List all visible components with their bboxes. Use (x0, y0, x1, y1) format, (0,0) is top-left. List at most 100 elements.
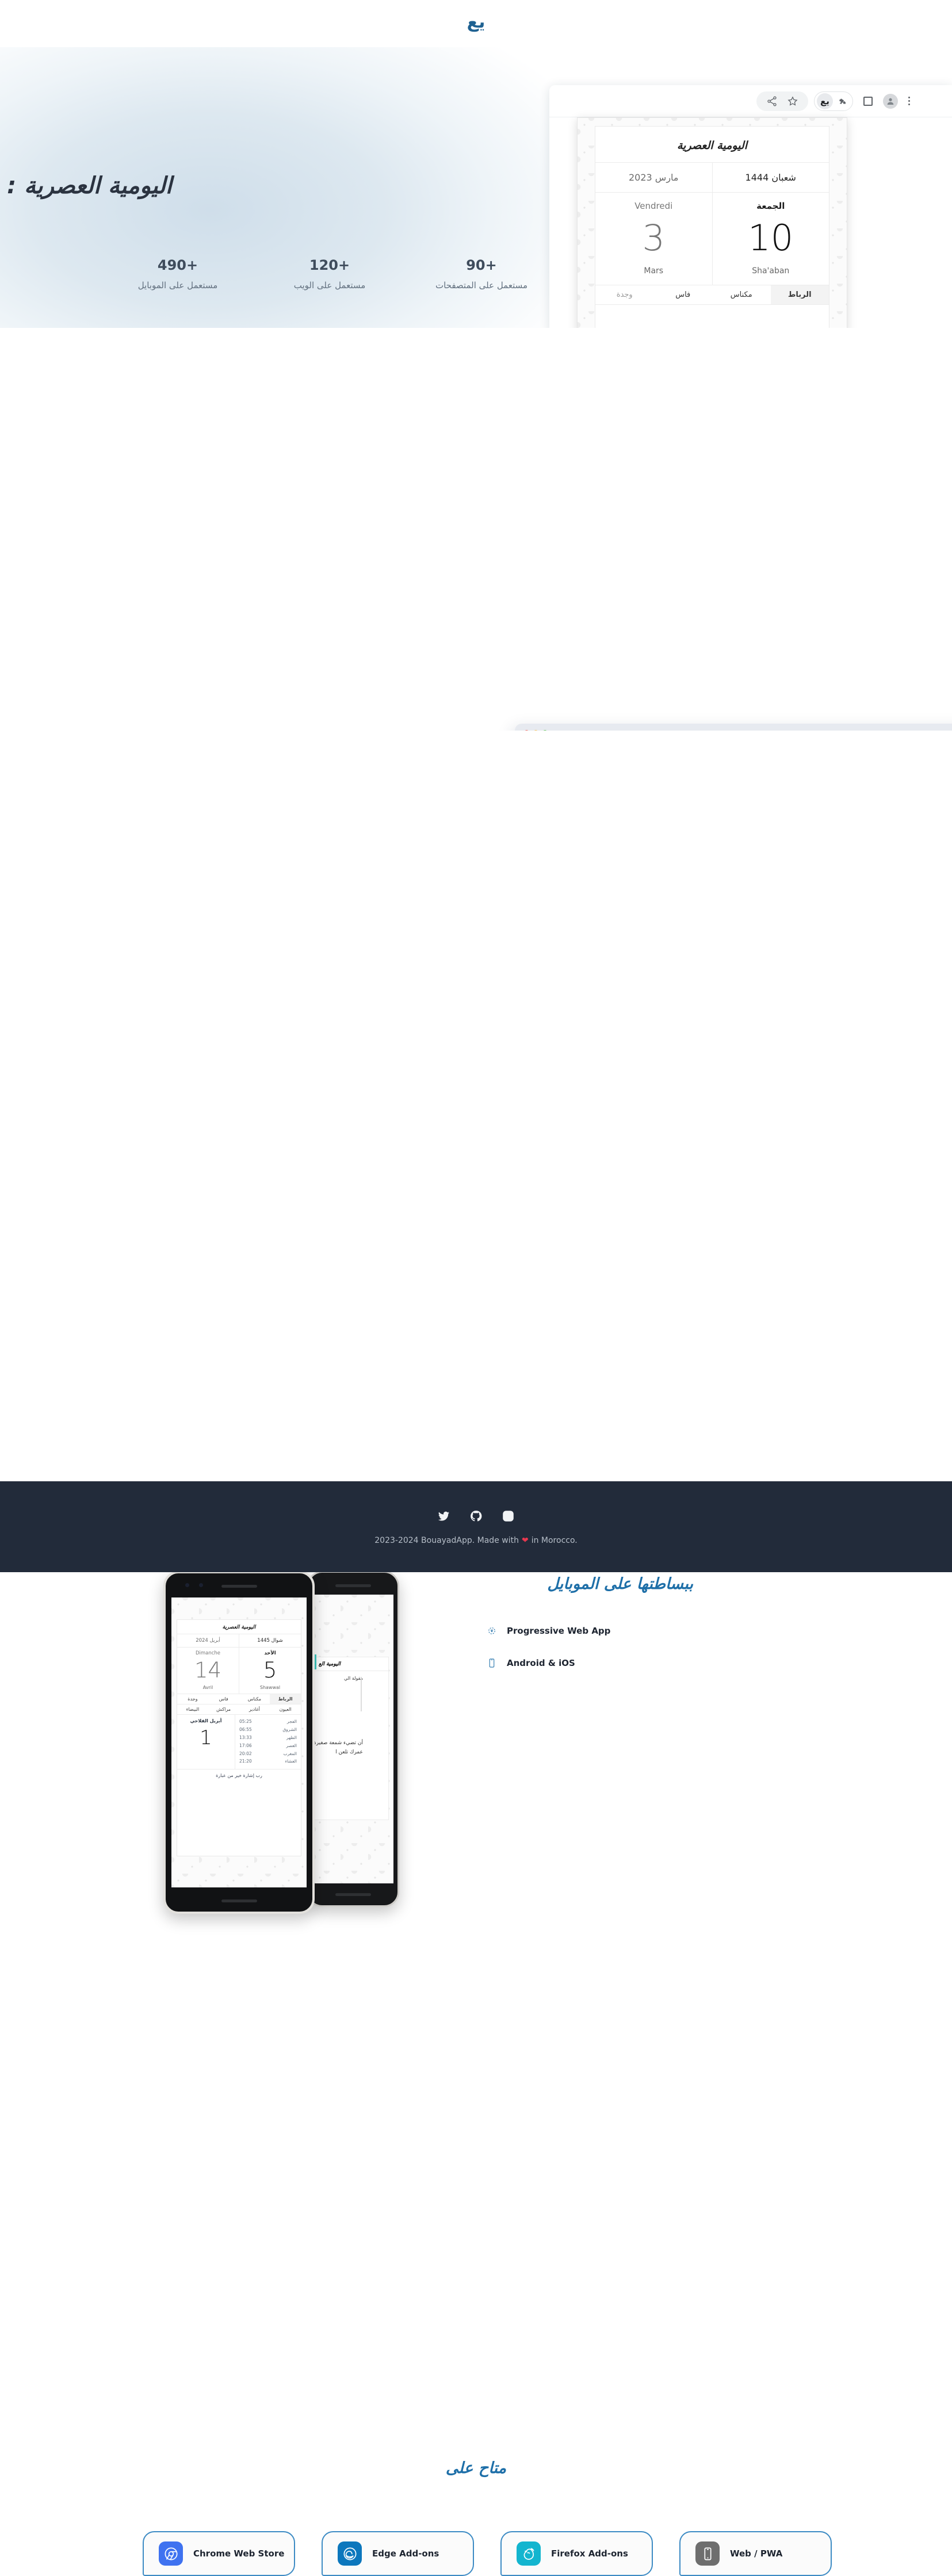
mobile-icon (486, 1657, 498, 1669)
phone-screen-front: اليومية العصرية شوال 1445 أبريل 2024 الأ… (171, 1597, 307, 1887)
web-pwa-button[interactable]: Web / PWA (679, 2531, 832, 2576)
city-tab-rabat[interactable]: الرباط (770, 285, 829, 304)
available-section-title: متاح على (445, 2459, 507, 2477)
site-logo[interactable]: يع (467, 14, 487, 31)
top-bar: يع (0, 0, 952, 47)
store-label: Edge Add-ons (372, 2548, 439, 2559)
prayer-name: المغرب (283, 1751, 297, 1756)
gregorian-weekday: Dimanche (195, 1650, 221, 1656)
hero-stats: 490+ مستعمل على الموبايل 120+ مستعمل على… (129, 257, 530, 291)
firefox-addons-button[interactable]: Firefox Add-ons (500, 2531, 653, 2576)
stat-value: 120+ (309, 257, 350, 273)
copyright-text: 2023-2024 BouayadApp. Made with ❤ in Mor… (374, 1536, 577, 1545)
prayer-name: الفجر (286, 1719, 297, 1724)
gregorian-day-number: 14 (194, 1658, 222, 1683)
hijri-weekday: الجمعة (756, 201, 785, 211)
city-tab-marrakech[interactable]: مراكش (208, 1704, 239, 1714)
gregorian-day-number: 3 (642, 217, 665, 259)
prayer-time: 13:33 (239, 1734, 252, 1740)
prayer-name: الشروق (282, 1726, 297, 1732)
mobile-section-title: ببساطتها على الموبايل (547, 1575, 693, 1593)
phone-speaker (221, 1585, 257, 1588)
city-tab-oujda[interactable]: وجدة (177, 1694, 208, 1704)
phone-mockup-front: اليومية العصرية شوال 1445 أبريل 2024 الأ… (163, 1571, 315, 1914)
star-icon[interactable] (786, 95, 799, 108)
extension-badge-icon[interactable]: يع (817, 93, 833, 109)
stat-value: 90+ (466, 257, 497, 273)
heart-icon: ❤ (521, 1536, 529, 1545)
social-links (437, 1508, 516, 1523)
phone-speaker (335, 1584, 371, 1587)
phone-mockup-back: اليومية الع مقولة الي أن تضيء شمعة صغيرة… (307, 1571, 399, 1907)
site-footer: 2023-2024 BouayadApp. Made with ❤ in Mor… (0, 1481, 952, 1572)
agri-month-label: أبريل الفلاحي (190, 1718, 222, 1723)
feature-pwa: Progressive Web App (486, 1625, 716, 1637)
phone-home-indicator (221, 1899, 257, 1902)
gregorian-month: أبريل 2024 (177, 1634, 239, 1647)
store-label: Firefox Add-ons (551, 2548, 628, 2559)
quote-divider (361, 1677, 362, 1711)
twitter-icon[interactable] (437, 1508, 452, 1523)
puzzle-icon[interactable] (834, 93, 850, 109)
hijri-month-name: Shawwal (259, 1685, 281, 1690)
stat-label: مستعمل على المتصفحات (435, 280, 528, 291)
browser-toolbar: يع (549, 85, 952, 117)
prayer-time: 20:02 (239, 1751, 252, 1756)
hijri-day-number: 10 (748, 217, 794, 259)
chrome-icon (159, 2541, 183, 2566)
phone-home-indicator (335, 1893, 371, 1896)
share-icon[interactable] (766, 95, 778, 108)
account-icon[interactable] (883, 93, 898, 109)
browser-extension-mockup: يع اليومية العصرية شعبان 1444 مارس 2023 … (549, 85, 952, 328)
quote-line-2: عمرك تلعن ا (335, 1749, 363, 1756)
side-panel-icon[interactable] (863, 96, 873, 106)
github-icon[interactable] (469, 1508, 484, 1523)
daily-quote: رب إشارة خير من عبارة (216, 1773, 262, 1779)
firefox-icon (517, 2541, 541, 2566)
card-subtitle: مقولة الي (343, 1676, 363, 1681)
prayer-time: 17:06 (239, 1742, 252, 1748)
card-title: اليومية العصرية (595, 127, 829, 163)
card-title: اليومية الع (313, 1657, 388, 1671)
mobile-daily-card: اليومية العصرية شوال 1445 أبريل 2024 الأ… (177, 1619, 301, 1856)
phone-mockups: اليومية الع مقولة الي أن تضيء شمعة صغيرة… (156, 1568, 415, 1924)
stat-label: مستعمل على الموبايل (137, 280, 218, 291)
stat-label: مستعمل على الويب (293, 280, 366, 291)
city-tab-meknes[interactable]: مكناس (239, 1694, 270, 1704)
gregorian-weekday: Vendredi (634, 201, 673, 211)
extension-popup: اليومية العصرية شعبان 1444 مارس 2023 الج… (577, 117, 847, 328)
web-section: الجديدة كليا على الويب عرض اقتباسات يومي… (0, 328, 952, 1017)
hijri-month: شوال 1445 (257, 1638, 283, 1644)
feature-label: Progressive Web App (507, 1626, 611, 1636)
prayer-time: 05:25 (239, 1719, 252, 1724)
kebab-menu-icon[interactable] (908, 97, 910, 105)
stat-item: 120+ مستعمل على الويب (281, 257, 378, 291)
city-tab-agadir[interactable]: أغادير (239, 1704, 270, 1714)
feature-android-ios: Android & iOS (486, 1657, 716, 1669)
hijri-month: شعبان 1444 (745, 172, 796, 183)
agri-day-number: 1 (200, 1726, 212, 1749)
copyright-after: in Morocco. (531, 1536, 578, 1545)
city-tab-oujda[interactable]: وجدة (595, 285, 654, 304)
store-label: Web / PWA (730, 2548, 783, 2559)
mobile-icon (695, 2541, 720, 2566)
prayer-name: الظهر (286, 1734, 297, 1740)
pwa-icon (486, 1625, 498, 1637)
phone-side-button (397, 1636, 399, 1651)
instagram-icon[interactable] (501, 1508, 516, 1523)
city-tab-laayoune[interactable]: العيون (270, 1704, 301, 1714)
chrome-web-store-button[interactable]: Chrome Web Store (143, 2531, 295, 2576)
gregorian-month: مارس 2023 (595, 163, 713, 192)
edge-addons-button[interactable]: Edge Add-ons (322, 2531, 474, 2576)
city-tab-fes[interactable]: فاس (208, 1694, 239, 1704)
prayer-name: العشاء (285, 1759, 297, 1764)
copyright-before: 2023-2024 BouayadApp. Made with (374, 1536, 519, 1545)
city-tab-meknes[interactable]: مكناس (712, 285, 771, 304)
quote-line-1: أن تضيء شمعة صغيرة (313, 1740, 363, 1746)
hero-section: اليومية العصرية : من التراث المغربي 490+… (0, 47, 952, 328)
mobile-section: ببساطتها على الموبايل Progressive Web Ap… (0, 731, 952, 1914)
city-tab-rabat[interactable]: الرباط (270, 1694, 301, 1704)
stat-item: 490+ مستعمل على الموبايل (129, 257, 226, 291)
city-tab-casablanca[interactable]: البيضاء (177, 1704, 208, 1714)
city-tab-fes[interactable]: فاس (654, 285, 713, 304)
